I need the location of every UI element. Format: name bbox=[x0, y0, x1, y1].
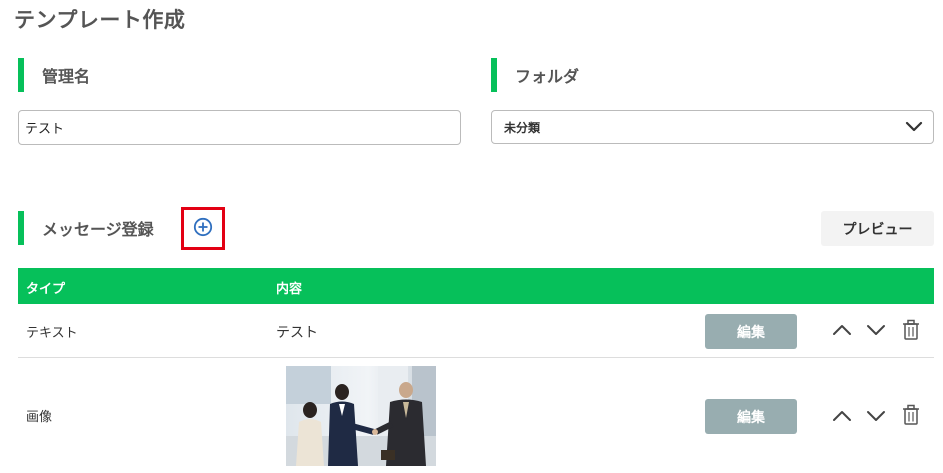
page-title: テンプレート作成 bbox=[14, 8, 186, 32]
management-name-label: 管理名 bbox=[42, 67, 91, 86]
management-name-section: 管理名 bbox=[18, 58, 90, 92]
edit-button[interactable]: 編集 bbox=[705, 314, 797, 349]
folder-selected-value: 未分類 bbox=[504, 120, 541, 135]
arrow-up-icon[interactable] bbox=[832, 408, 852, 427]
message-image-thumbnail bbox=[286, 366, 436, 466]
message-registration-label: メッセージ登録 bbox=[42, 220, 154, 239]
management-name-input[interactable] bbox=[18, 110, 461, 145]
add-message-button[interactable] bbox=[181, 207, 225, 250]
table-row: 画像 編集 bbox=[18, 358, 934, 473]
table-row: テキスト テスト 編集 bbox=[18, 305, 934, 358]
trash-icon[interactable] bbox=[902, 319, 920, 345]
edit-button[interactable]: 編集 bbox=[705, 399, 797, 434]
message-registration-section: メッセージ登録 bbox=[18, 211, 154, 245]
arrow-down-icon[interactable] bbox=[866, 408, 886, 427]
row-type: テキスト bbox=[26, 326, 78, 341]
arrow-down-icon[interactable] bbox=[866, 322, 886, 341]
column-header-type: タイプ bbox=[26, 282, 66, 297]
section-accent-bar bbox=[18, 58, 24, 92]
folder-section: フォルダ bbox=[491, 58, 579, 92]
section-accent-bar bbox=[491, 58, 497, 92]
plus-circle-icon bbox=[193, 217, 213, 241]
folder-select[interactable]: 未分類 bbox=[491, 110, 934, 144]
folder-label: フォルダ bbox=[515, 67, 580, 86]
row-type: 画像 bbox=[26, 410, 53, 425]
trash-icon[interactable] bbox=[902, 404, 920, 430]
arrow-up-icon[interactable] bbox=[832, 322, 852, 341]
column-header-content: 内容 bbox=[276, 282, 303, 297]
row-content: テスト bbox=[276, 325, 318, 341]
section-accent-bar bbox=[18, 211, 24, 245]
message-table-header: タイプ 内容 bbox=[18, 268, 934, 304]
preview-button[interactable]: プレビュー bbox=[821, 211, 934, 246]
chevron-down-icon bbox=[905, 118, 923, 137]
